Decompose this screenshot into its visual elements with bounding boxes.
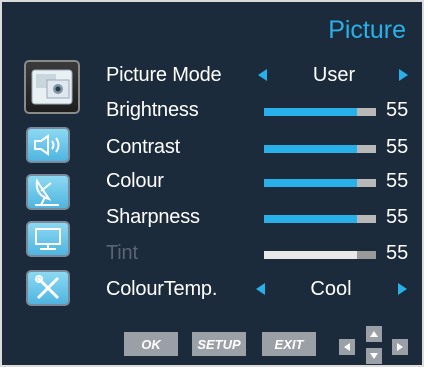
contrast-slider[interactable] [264,145,376,153]
colour-value: 55 [386,170,409,192]
colour-label: Colour [106,170,164,192]
nav-right-button[interactable] [392,339,408,355]
arrow-up-icon [370,331,378,337]
sharpness-value: 55 [386,206,409,228]
tint-value: 55 [386,242,409,264]
nav-left-button[interactable] [339,339,355,355]
setting-contrast[interactable]: Contrast 55 [2,132,426,166]
setting-brightness[interactable]: Brightness 55 [2,95,426,129]
sharpness-slider[interactable] [264,215,376,223]
tint-slider-fill [264,251,357,259]
arrow-down-icon [370,353,378,359]
setting-colour-temp[interactable]: ColourTemp. Cool [2,274,426,308]
brightness-value: 55 [386,99,409,121]
arrow-right-icon[interactable] [398,283,407,295]
colour-slider[interactable] [264,179,376,187]
sharpness-slider-fill [264,215,357,223]
arrow-left-icon[interactable] [258,69,267,81]
arrow-right-icon[interactable] [399,69,408,81]
picture-mode-label: Picture Mode [106,64,222,86]
colour-slider-fill [264,179,357,187]
setting-picture-mode[interactable]: Picture Mode User [2,60,426,94]
nav-up-button[interactable] [366,326,382,342]
osd-menu-panel: Picture Picture Mode User Brightness 55 … [0,0,424,367]
tint-label: Tint [106,242,138,264]
menu-title: Picture [328,16,406,44]
arrow-left-icon[interactable] [256,283,265,295]
brightness-slider-fill [264,108,357,116]
tint-slider [264,251,376,259]
arrow-right-icon [397,343,403,351]
contrast-label: Contrast [106,136,180,158]
arrow-left-icon [344,343,350,351]
brightness-slider[interactable] [264,108,376,116]
nav-down-button[interactable] [366,348,382,364]
colour-temp-value: Cool [310,278,352,300]
exit-button[interactable]: EXIT [262,332,316,356]
setting-sharpness[interactable]: Sharpness 55 [2,202,426,236]
setting-colour[interactable]: Colour 55 [2,166,426,200]
contrast-slider-fill [264,145,357,153]
picture-mode-value: User [312,64,356,86]
sharpness-label: Sharpness [106,206,200,228]
setting-tint: Tint 55 [2,238,426,272]
colour-temp-label: ColourTemp. [106,278,218,300]
brightness-label: Brightness [106,99,199,121]
setup-button[interactable]: SETUP [192,332,246,356]
ok-button[interactable]: OK [124,332,178,356]
contrast-value: 55 [386,136,409,158]
